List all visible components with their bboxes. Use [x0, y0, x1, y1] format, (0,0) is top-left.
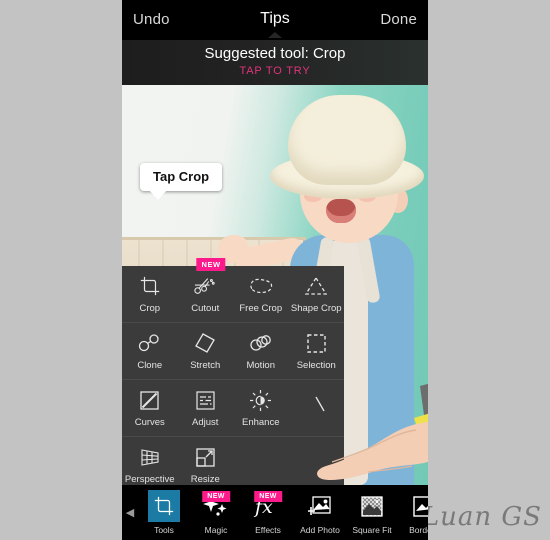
tool-label: Adjust	[192, 417, 219, 428]
bottombar-item-tools[interactable]: Tools	[138, 490, 190, 535]
tool-label: Resize	[190, 474, 220, 485]
resize-icon	[195, 445, 216, 469]
new-badge: NEW	[196, 258, 226, 271]
cutout-icon	[193, 274, 217, 298]
watermark: Luan GS	[421, 502, 542, 532]
crop-icon	[148, 490, 180, 522]
bottombar-item-magic[interactable]: NEW Magic	[190, 490, 242, 535]
tap-crop-tooltip: Tap Crop	[140, 163, 223, 200]
tool-cutout[interactable]: NEW Cutout	[178, 258, 234, 322]
tool-clone[interactable]: Clone	[122, 323, 178, 379]
tool-label: Enhance	[241, 417, 280, 428]
bottombar-item-borders[interactable]: Borders	[398, 490, 428, 535]
motion-icon	[249, 331, 273, 355]
tool-row: Clone Stretch Motion Selection	[122, 323, 344, 380]
chevron-left-icon[interactable]: ◀	[122, 506, 138, 519]
add-photo-icon	[304, 490, 336, 522]
bottombar-label: Effects	[255, 525, 281, 535]
bottom-toolbar: ◀ Tools NEW Magic NEW fx Effects Add Pho…	[122, 485, 428, 540]
tool-label: Clone	[137, 360, 163, 371]
tap-to-try-link[interactable]: TAP TO TRY	[122, 65, 428, 77]
tool-shape-crop[interactable]: Shape Crop	[289, 266, 345, 322]
perspective-icon	[139, 445, 161, 469]
tool-label: Shape Crop	[290, 303, 342, 314]
tool-free-crop[interactable]: Free Crop	[233, 266, 289, 322]
curves-icon	[139, 388, 160, 412]
bottombar-label: Add Photo	[300, 525, 340, 535]
clone-icon	[138, 331, 162, 355]
tool-label: Stretch	[190, 360, 221, 371]
bottombar-label: Square Fit	[352, 525, 392, 535]
tool-adjust[interactable]: Adjust	[178, 380, 234, 436]
tool-stretch[interactable]: Stretch	[178, 323, 234, 379]
tool-label: Cutout	[191, 303, 220, 314]
tool-curves[interactable]: Curves	[122, 380, 178, 436]
bottombar-item-add-photo[interactable]: Add Photo	[294, 490, 346, 535]
suggestion-text: Suggested tool: Crop	[204, 45, 346, 62]
tool-row: Crop NEW Cutout Free Crop Shape Crop	[122, 258, 345, 323]
phone-screen: Undo Tips Done Suggested tool: Crop TAP …	[122, 0, 428, 540]
bottombar-item-square-fit[interactable]: Square Fit	[346, 490, 398, 535]
tool-crop[interactable]: Crop	[122, 266, 178, 322]
free-crop-icon	[248, 274, 274, 298]
suggestion-banner[interactable]: Suggested tool: Crop TAP TO TRY	[122, 40, 428, 85]
borders-icon	[408, 490, 428, 522]
crop-icon	[139, 274, 161, 298]
tool-label: Curves	[134, 417, 165, 428]
square-fit-icon	[356, 490, 388, 522]
new-badge: NEW	[202, 491, 230, 502]
tool-label: Selection	[296, 360, 336, 371]
tool-label: Crop	[139, 303, 161, 314]
bottombar-label: Borders	[409, 525, 428, 535]
selection-icon	[306, 331, 327, 355]
bottombar-item-effects[interactable]: NEW fx Effects	[242, 490, 294, 535]
tool-enhance[interactable]: Enhance	[233, 380, 289, 436]
new-badge: NEW	[254, 491, 282, 502]
bottombar-label: Tools	[154, 525, 174, 535]
done-button[interactable]: Done	[380, 11, 417, 28]
tips-caret-icon	[268, 32, 282, 38]
tool-label: Perspective	[124, 474, 175, 485]
bottombar-label: Magic	[204, 525, 228, 535]
shape-crop-icon	[304, 274, 328, 298]
adjust-icon	[195, 388, 216, 412]
pointing-hand-illustration	[317, 383, 428, 481]
tool-label: Motion	[246, 360, 275, 371]
stretch-icon	[194, 331, 216, 355]
tool-selection[interactable]: Selection	[289, 323, 345, 379]
tool-motion[interactable]: Motion	[233, 323, 289, 379]
tool-label: Free Crop	[239, 303, 283, 314]
enhance-icon	[249, 388, 272, 412]
